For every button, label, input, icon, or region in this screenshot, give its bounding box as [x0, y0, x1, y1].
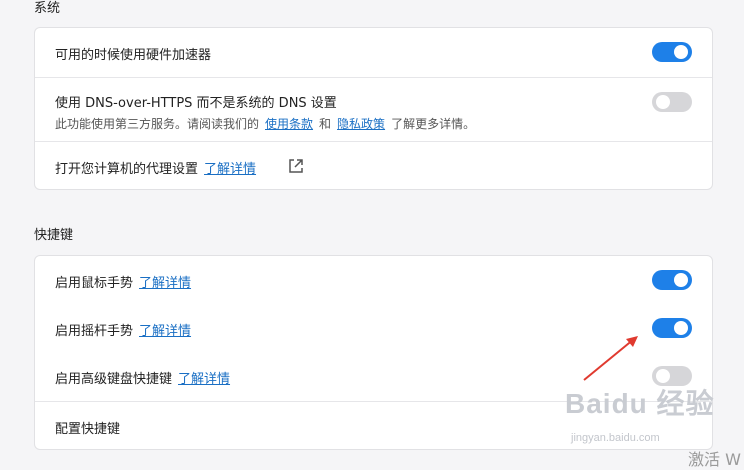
hardware-acceleration-row: 可用的时候使用硬件加速器	[35, 28, 712, 78]
mouse-gestures-row: 启用鼠标手势 了解详情	[35, 256, 712, 304]
annotation-arrow-icon	[583, 336, 638, 381]
dns-desc-and: 和	[319, 117, 332, 131]
toggle-knob	[656, 369, 670, 383]
toggle-knob	[674, 45, 688, 59]
rocker-gestures-toggle[interactable]	[652, 318, 692, 338]
baidu-watermark: Baidu 经验 jingyan.baidu.com	[565, 382, 715, 454]
dns-over-https-toggle[interactable]	[652, 92, 692, 112]
dns-over-https-label: 使用 DNS-over-HTTPS 而不是系统的 DNS 设置	[55, 96, 337, 111]
proxy-learn-more-link[interactable]: 了解详情	[204, 162, 256, 177]
external-link-icon[interactable]	[288, 158, 304, 174]
section-title-shortcuts: 快捷键	[34, 228, 74, 243]
watermark-brand: Baidu 经验	[565, 388, 715, 419]
dns-over-https-description: 此功能使用第三方服务。请阅读我们的 使用条款和隐私政策 了解更多详情。	[55, 115, 475, 132]
rocker-gestures-label: 启用摇杆手势	[55, 324, 134, 339]
dns-desc-suffix: 了解更多详情。	[391, 117, 476, 131]
system-settings-card: 可用的时候使用硬件加速器 使用 DNS-over-HTTPS 而不是系统的 DN…	[34, 27, 713, 190]
mouse-gestures-toggle[interactable]	[652, 270, 692, 290]
mouse-gestures-label: 启用鼠标手势	[55, 276, 134, 291]
privacy-policy-link[interactable]: 隐私政策	[337, 117, 385, 131]
rocker-gestures-learn-more-link[interactable]: 了解详情	[139, 324, 191, 339]
proxy-settings-label: 打开您计算机的代理设置	[55, 162, 199, 177]
watermark-url: jingyan.baidu.com	[571, 432, 660, 444]
toggle-knob	[674, 321, 688, 335]
proxy-settings-row[interactable]: 打开您计算机的代理设置 了解详情	[35, 141, 712, 190]
hardware-acceleration-label: 可用的时候使用硬件加速器	[55, 48, 212, 63]
configure-shortcuts-label: 配置快捷键	[55, 422, 121, 437]
mouse-gestures-learn-more-link[interactable]: 了解详情	[139, 276, 191, 291]
advanced-keyboard-learn-more-link[interactable]: 了解详情	[178, 372, 230, 387]
dns-desc-prefix: 此功能使用第三方服务。请阅读我们的	[55, 117, 260, 131]
section-title-system: 系统	[34, 1, 61, 16]
terms-of-use-link[interactable]: 使用条款	[265, 117, 313, 131]
dns-over-https-row: 使用 DNS-over-HTTPS 而不是系统的 DNS 设置 此功能使用第三方…	[35, 77, 712, 142]
activate-windows-text: 激活 W	[688, 450, 741, 469]
toggle-knob	[674, 273, 688, 287]
hardware-acceleration-toggle[interactable]	[652, 42, 692, 62]
toggle-knob	[656, 95, 670, 109]
advanced-keyboard-shortcuts-label: 启用高级键盘快捷键	[55, 372, 173, 387]
